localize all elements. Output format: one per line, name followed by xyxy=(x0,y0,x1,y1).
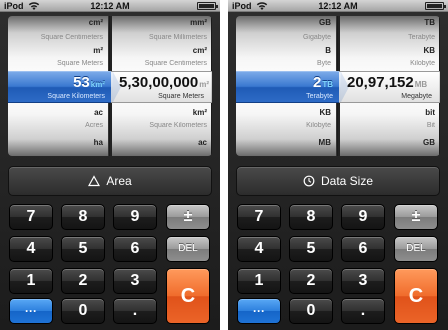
unit-picker[interactable]: cm² Square Centimeters m² Square Meters ac Ac… xyxy=(8,16,212,156)
clock-label: 12:12 AM xyxy=(318,1,358,11)
input-value-display: 2TB Terabyte xyxy=(236,71,349,103)
clear-key[interactable]: C xyxy=(394,268,438,324)
wheel-option[interactable]: cm² xyxy=(112,46,212,55)
output-value: 5,30,00,000 xyxy=(119,74,199,91)
key-3[interactable]: 3 xyxy=(113,268,157,294)
key-0[interactable]: 0 xyxy=(61,298,105,324)
key-5[interactable]: 5 xyxy=(61,236,105,262)
decimal-point-key[interactable]: . xyxy=(341,298,385,324)
wheel-option[interactable]: Square Centimeters xyxy=(8,34,109,41)
input-value-display: 53km² Square Kilometers xyxy=(8,71,121,103)
delete-key[interactable]: DEL xyxy=(394,236,438,262)
category-selector-button[interactable]: Data Size xyxy=(236,166,440,196)
key-7[interactable]: 7 xyxy=(9,204,53,230)
wheel-option[interactable]: Bit xyxy=(340,122,440,129)
wheel-option[interactable]: ac xyxy=(112,138,212,147)
output-value: 20,97,152 xyxy=(347,74,414,91)
wheel-option[interactable]: Square Meters xyxy=(8,60,109,67)
key-6[interactable]: 6 xyxy=(113,236,157,262)
input-value: 2 xyxy=(312,74,322,91)
battery-icon xyxy=(425,2,446,10)
wheel-option[interactable]: m² xyxy=(8,46,109,55)
key-4[interactable]: 4 xyxy=(9,236,53,262)
wheel-option[interactable]: KB xyxy=(236,108,337,117)
clock-icon xyxy=(303,175,315,187)
wheel-option[interactable]: TB xyxy=(340,18,440,27)
wheel-option[interactable]: Kilobyte xyxy=(340,60,440,67)
input-value: 53 xyxy=(73,74,90,91)
wheel-option[interactable]: KB xyxy=(340,46,440,55)
input-unit-name: Square Kilometers xyxy=(47,93,105,100)
key-2[interactable]: 2 xyxy=(289,268,333,294)
key-8[interactable]: 8 xyxy=(61,204,105,230)
plus-minus-key[interactable]: ± xyxy=(394,204,438,230)
wheel-option[interactable]: GB xyxy=(236,18,337,27)
wheel-option[interactable]: ac xyxy=(8,108,109,117)
output-unit-name: Megabyte xyxy=(401,93,432,100)
key-6[interactable]: 6 xyxy=(341,236,385,262)
input-unit: km² xyxy=(90,80,105,89)
more-options-key[interactable]: ··· xyxy=(237,298,281,324)
clear-key[interactable]: C xyxy=(166,268,210,324)
input-unit: TB xyxy=(322,80,333,89)
output-unit-name: Square Meters xyxy=(158,93,204,100)
key-4[interactable]: 4 xyxy=(237,236,281,262)
input-unit-name: Terabyte xyxy=(306,93,333,100)
key-1[interactable]: 1 xyxy=(237,268,281,294)
output-value-display: 5,30,00,000m² Square Meters xyxy=(111,71,212,103)
wheel-option[interactable]: cm² xyxy=(8,18,109,27)
wheel-option[interactable]: ha xyxy=(8,138,109,147)
output-value-display: 20,97,152MB Megabyte xyxy=(339,71,440,103)
category-label: Data Size xyxy=(320,174,374,188)
converter-screen-data-size: iPod 12:12 AM GB Gigabyte B Byte KB Kilobyte MB T… xyxy=(228,0,448,330)
category-selector-button[interactable]: Area xyxy=(8,166,212,196)
status-bar: iPod 12:12 AM xyxy=(228,0,448,12)
delete-key[interactable]: DEL xyxy=(166,236,210,262)
wheel-option[interactable]: Terabyte xyxy=(340,34,440,41)
key-2[interactable]: 2 xyxy=(61,268,105,294)
key-7[interactable]: 7 xyxy=(237,204,281,230)
key-9[interactable]: 9 xyxy=(341,204,385,230)
wheel-option[interactable]: Gigabyte xyxy=(236,34,337,41)
key-3[interactable]: 3 xyxy=(341,268,385,294)
wheel-option[interactable]: Square Millimeters xyxy=(112,34,212,41)
battery-icon xyxy=(197,2,218,10)
converter-screen-area: iPod 12:12 AM cm² Square Centimeters m² Squar… xyxy=(0,0,220,330)
wheel-option[interactable]: Square Kilometers xyxy=(112,122,212,129)
status-bar: iPod 12:12 AM xyxy=(0,0,220,12)
plus-minus-key[interactable]: ± xyxy=(166,204,210,230)
key-9[interactable]: 9 xyxy=(113,204,157,230)
output-unit: MB xyxy=(414,80,428,89)
key-0[interactable]: 0 xyxy=(289,298,333,324)
decimal-point-key[interactable]: . xyxy=(113,298,157,324)
key-5[interactable]: 5 xyxy=(289,236,333,262)
clock-label: 12:12 AM xyxy=(90,1,130,11)
wheel-option[interactable]: Acres xyxy=(8,122,109,129)
key-8[interactable]: 8 xyxy=(289,204,333,230)
more-options-key[interactable]: ··· xyxy=(9,298,53,324)
wheel-option[interactable]: GB xyxy=(340,138,440,147)
key-1[interactable]: 1 xyxy=(9,268,53,294)
wheel-option[interactable]: Kilobyte xyxy=(236,122,337,129)
wheel-option[interactable]: mm² xyxy=(112,18,212,27)
unit-picker[interactable]: GB Gigabyte B Byte KB Kilobyte MB TB Terabyte KB K… xyxy=(236,16,440,156)
output-unit: m² xyxy=(199,80,210,89)
wheel-option[interactable]: Byte xyxy=(236,60,337,67)
wheel-option[interactable]: B xyxy=(236,46,337,55)
category-label: Area xyxy=(106,174,132,188)
wheel-option[interactable]: MB xyxy=(236,138,337,147)
wheel-option[interactable]: bit xyxy=(340,108,440,117)
wheel-option[interactable]: km² xyxy=(112,108,212,117)
triangle-icon xyxy=(88,175,101,187)
wheel-option[interactable]: Square Centimeters xyxy=(112,60,212,67)
